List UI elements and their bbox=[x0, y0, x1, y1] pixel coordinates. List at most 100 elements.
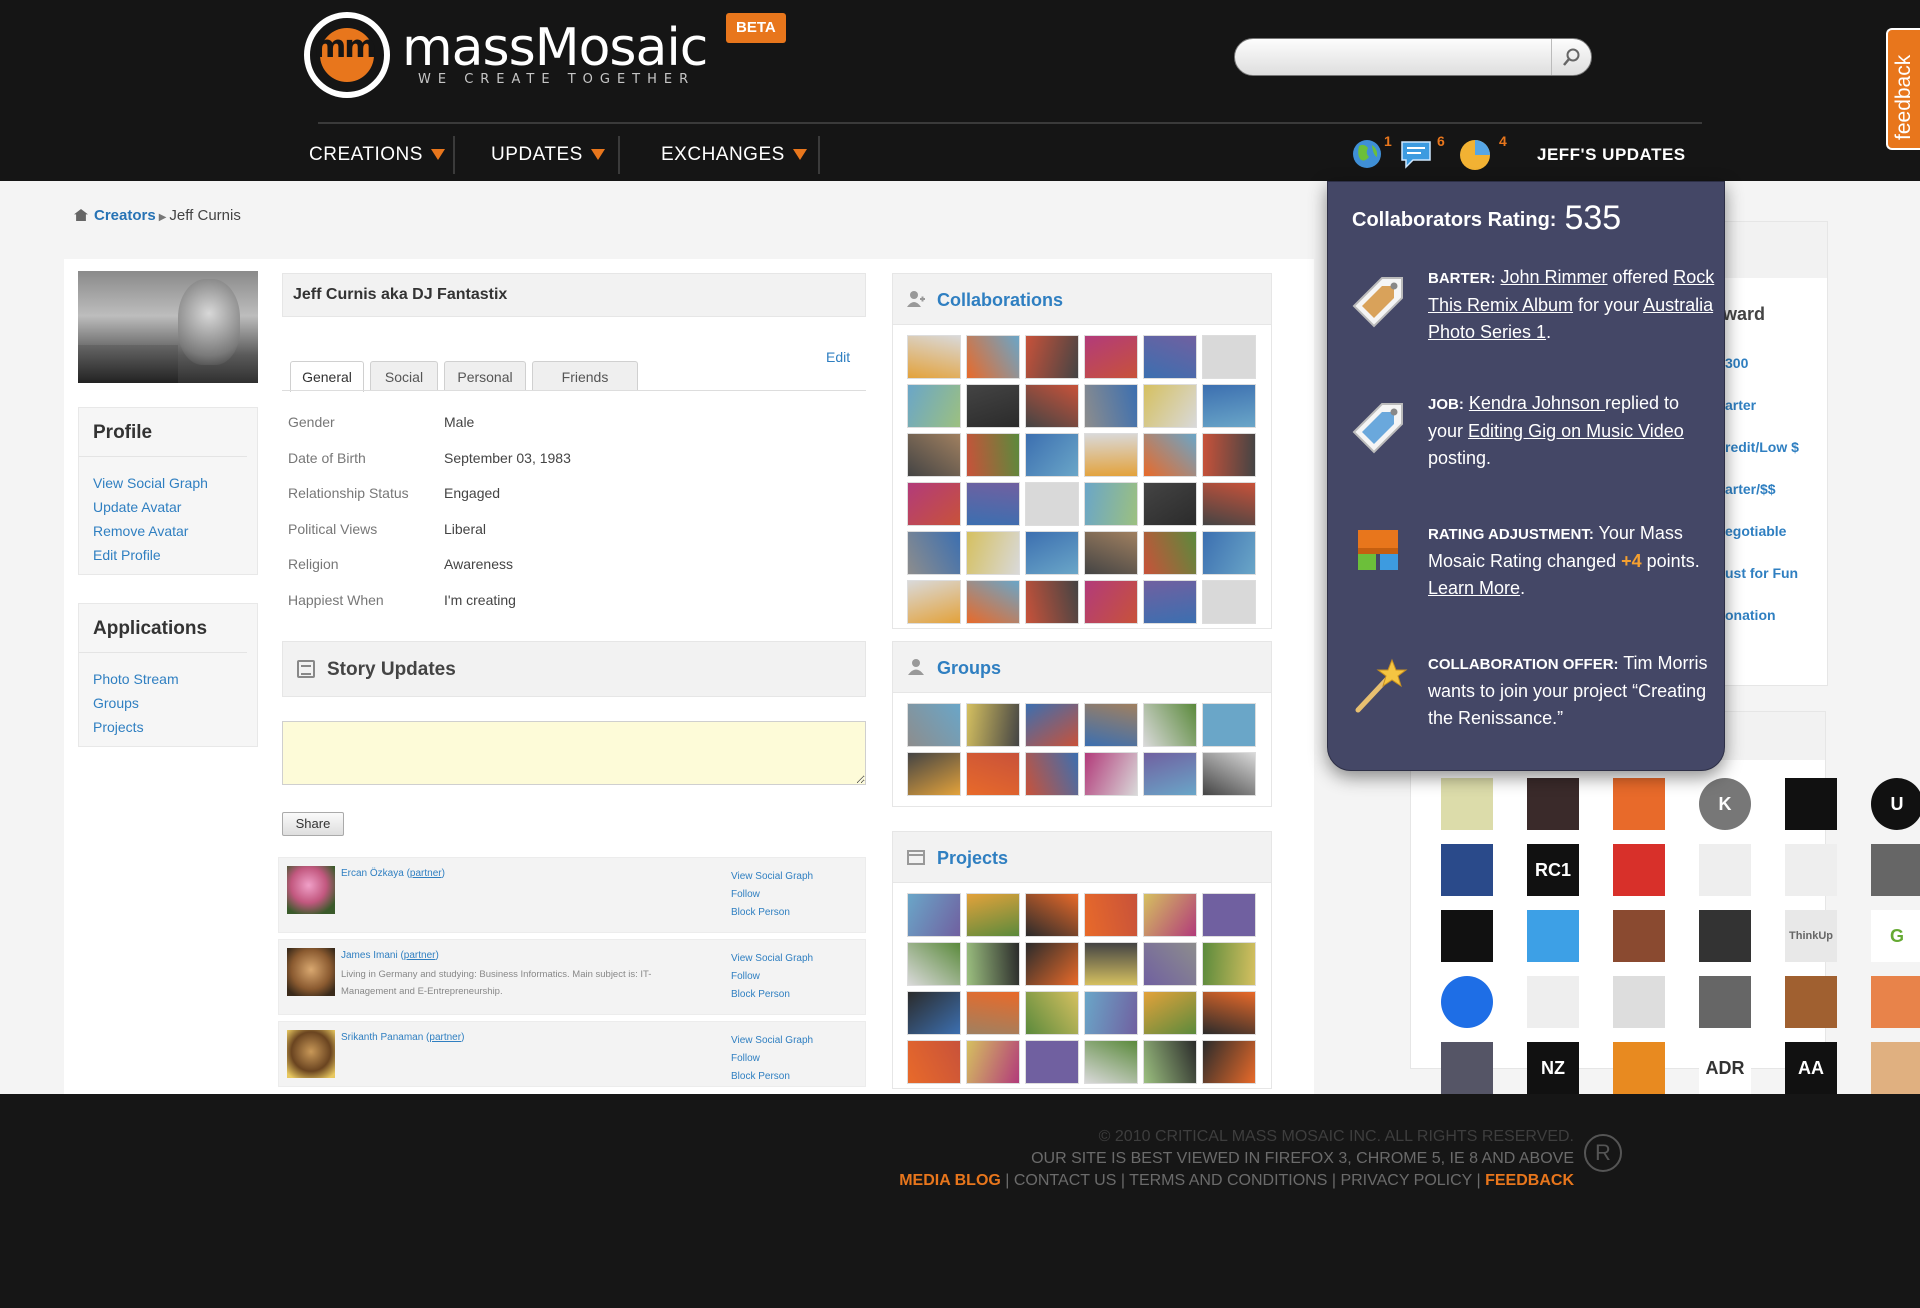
thumbnail-image[interactable] bbox=[1202, 482, 1256, 526]
tab-social[interactable]: Social bbox=[370, 361, 438, 391]
connection-logo[interactable] bbox=[1699, 910, 1751, 962]
connection-logo[interactable] bbox=[1441, 976, 1493, 1028]
thumbnail-image[interactable] bbox=[1084, 703, 1138, 747]
feed-person-tag[interactable]: partner bbox=[410, 868, 442, 879]
thumbnail-image[interactable] bbox=[966, 703, 1020, 747]
connection-logo[interactable]: K bbox=[1699, 778, 1751, 830]
contact-us-link[interactable]: CONTACT US bbox=[1014, 1172, 1117, 1189]
share-button[interactable]: Share bbox=[282, 812, 344, 836]
nav-creations[interactable]: CREATIONS bbox=[309, 138, 445, 172]
home-icon[interactable] bbox=[74, 209, 88, 221]
thumbnail-image[interactable] bbox=[966, 433, 1020, 477]
job-user-link[interactable]: Kendra Johnson bbox=[1469, 393, 1605, 413]
thumbnail-image[interactable] bbox=[907, 752, 961, 796]
connection-logo[interactable] bbox=[1613, 844, 1665, 896]
thumbnail-image[interactable] bbox=[907, 482, 961, 526]
thumbnail-image[interactable] bbox=[1143, 384, 1197, 428]
thumbnail-image[interactable] bbox=[966, 482, 1020, 526]
connection-logo[interactable] bbox=[1699, 976, 1751, 1028]
view-social-graph-link[interactable]: View Social Graph bbox=[93, 471, 243, 495]
nav-updates[interactable]: UPDATES bbox=[491, 138, 605, 172]
connection-logo[interactable]: NZ bbox=[1527, 1042, 1579, 1094]
thumbnail-image[interactable] bbox=[1202, 384, 1256, 428]
thumbnail-image[interactable] bbox=[1202, 335, 1256, 379]
thumbnail-image[interactable] bbox=[1025, 703, 1079, 747]
thumbnail-image[interactable] bbox=[1202, 893, 1256, 937]
thumbnail-image[interactable] bbox=[1084, 531, 1138, 575]
feed-person-name[interactable]: Srikanth Panaman bbox=[341, 1032, 423, 1043]
view-social-graph-link[interactable]: View Social Graph bbox=[731, 868, 813, 886]
thumbnail-image[interactable] bbox=[966, 893, 1020, 937]
remove-avatar-link[interactable]: Remove Avatar bbox=[93, 519, 243, 543]
photo-stream-link[interactable]: Photo Stream bbox=[93, 667, 243, 691]
connection-logo[interactable]: RC1 bbox=[1527, 844, 1579, 896]
thumbnail-image[interactable] bbox=[1025, 752, 1079, 796]
thumbnail-image[interactable] bbox=[1084, 752, 1138, 796]
collaborations-title[interactable]: Collaborations bbox=[937, 290, 1063, 311]
thumbnail-image[interactable] bbox=[1084, 1040, 1138, 1084]
thumbnail-image[interactable] bbox=[1143, 893, 1197, 937]
thumbnail-image[interactable] bbox=[1084, 433, 1138, 477]
reward-option[interactable]: arter/$$ bbox=[1725, 468, 1799, 510]
thumbnail-image[interactable] bbox=[907, 703, 961, 747]
thumbnail-image[interactable] bbox=[1202, 942, 1256, 986]
connection-logo[interactable]: G bbox=[1871, 910, 1920, 962]
connection-logo[interactable] bbox=[1785, 976, 1837, 1028]
reward-option[interactable]: arter bbox=[1725, 384, 1799, 426]
thumbnail-image[interactable] bbox=[966, 335, 1020, 379]
connection-logo[interactable] bbox=[1613, 778, 1665, 830]
thumbnail-image[interactable] bbox=[1084, 335, 1138, 379]
feed-person-tag[interactable]: partner bbox=[404, 950, 436, 961]
block-person-link[interactable]: Block Person bbox=[731, 904, 813, 922]
connection-logo[interactable] bbox=[1527, 976, 1579, 1028]
nav-exchanges[interactable]: EXCHANGES bbox=[661, 138, 807, 172]
groups-title[interactable]: Groups bbox=[937, 658, 1001, 679]
thumbnail-image[interactable] bbox=[1025, 942, 1079, 986]
view-social-graph-link[interactable]: View Social Graph bbox=[731, 950, 813, 968]
feed-person[interactable]: James Imani (partner) bbox=[341, 950, 439, 961]
feed-avatar[interactable] bbox=[287, 1030, 335, 1078]
connection-logo[interactable]: ADR bbox=[1699, 1042, 1751, 1094]
thumbnail-image[interactable] bbox=[1143, 531, 1197, 575]
connection-logo[interactable] bbox=[1441, 910, 1493, 962]
connection-logo[interactable] bbox=[1613, 910, 1665, 962]
user-updates-link[interactable]: JEFF'S UPDATES bbox=[1537, 140, 1686, 170]
thumbnail-image[interactable] bbox=[1143, 335, 1197, 379]
thumbnail-image[interactable] bbox=[907, 384, 961, 428]
thumbnail-image[interactable] bbox=[966, 1040, 1020, 1084]
terms-link[interactable]: TERMS AND CONDITIONS bbox=[1129, 1172, 1327, 1189]
follow-link[interactable]: Follow bbox=[731, 1050, 813, 1068]
thumbnail-image[interactable] bbox=[1084, 991, 1138, 1035]
thumbnail-image[interactable] bbox=[907, 580, 961, 624]
thumbnail-image[interactable] bbox=[1084, 893, 1138, 937]
feed-person[interactable]: Srikanth Panaman (partner) bbox=[341, 1032, 464, 1043]
tab-personal[interactable]: Personal bbox=[444, 361, 526, 391]
search-button[interactable] bbox=[1551, 39, 1591, 75]
thumbnail-image[interactable] bbox=[1143, 942, 1197, 986]
reward-option[interactable]: egotiable bbox=[1725, 510, 1799, 552]
block-person-link[interactable]: Block Person bbox=[731, 986, 813, 1004]
thumbnail-image[interactable] bbox=[1143, 482, 1197, 526]
thumbnail-image[interactable] bbox=[1202, 752, 1256, 796]
connection-logo[interactable] bbox=[1871, 976, 1920, 1028]
thumbnail-image[interactable] bbox=[907, 335, 961, 379]
feed-person-name[interactable]: Ercan Özkaya bbox=[341, 868, 404, 879]
privacy-link[interactable]: PRIVACY POLICY bbox=[1340, 1172, 1472, 1189]
block-person-link[interactable]: Block Person bbox=[731, 1068, 813, 1086]
thumbnail-image[interactable] bbox=[1143, 703, 1197, 747]
thumbnail-image[interactable] bbox=[1143, 1040, 1197, 1084]
thumbnail-image[interactable] bbox=[1202, 703, 1256, 747]
follow-link[interactable]: Follow bbox=[731, 886, 813, 904]
edit-profile-link[interactable]: Edit Profile bbox=[93, 543, 243, 567]
job-gig-link[interactable]: Editing Gig on Music Video bbox=[1468, 421, 1684, 441]
thumbnail-image[interactable] bbox=[907, 531, 961, 575]
reward-option[interactable]: redit/Low $ bbox=[1725, 426, 1799, 468]
connection-logo[interactable] bbox=[1527, 778, 1579, 830]
thumbnail-image[interactable] bbox=[1202, 433, 1256, 477]
search-input[interactable] bbox=[1249, 45, 1539, 69]
chat-notification[interactable]: 6 bbox=[1399, 133, 1445, 173]
thumbnail-image[interactable] bbox=[1025, 893, 1079, 937]
thumbnail-image[interactable] bbox=[907, 433, 961, 477]
connection-logo[interactable] bbox=[1785, 778, 1837, 830]
thumbnail-image[interactable] bbox=[1202, 531, 1256, 575]
